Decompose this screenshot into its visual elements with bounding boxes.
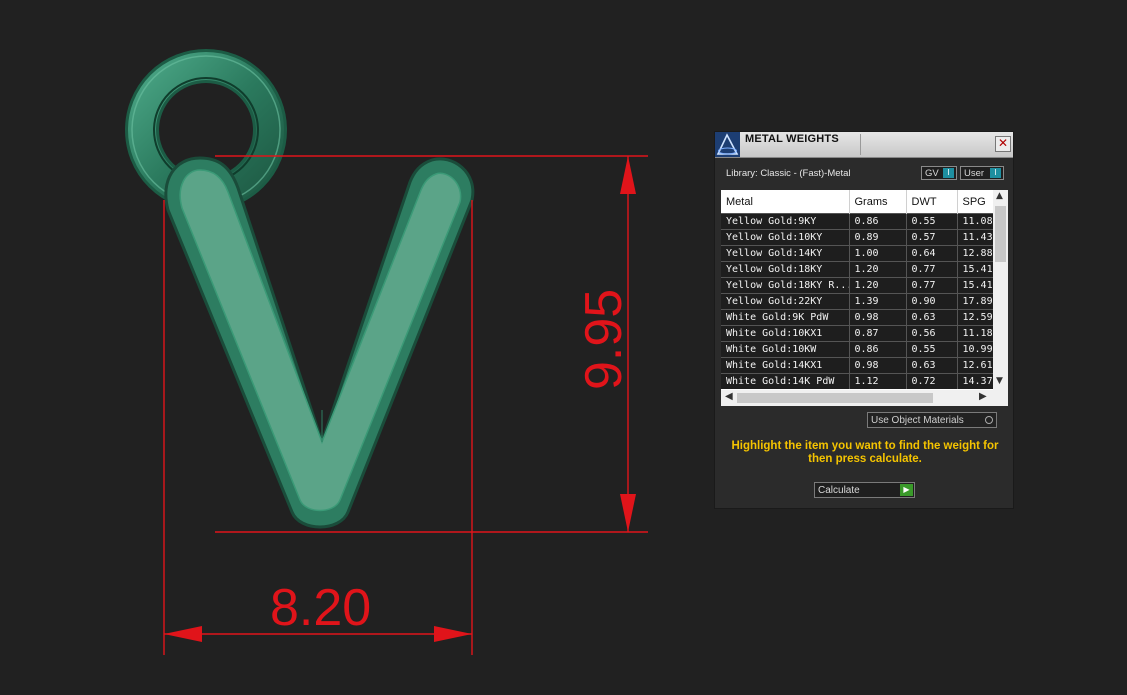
title-separator xyxy=(860,134,861,155)
table-cell: Yellow Gold:14KY xyxy=(721,245,850,262)
table-cell: 0.89 xyxy=(849,229,907,246)
table-row[interactable]: White Gold:10KX1 0.87 0.56 11.18 xyxy=(721,325,994,342)
table-row[interactable]: White Gold:14KX1 0.98 0.63 12.61 xyxy=(721,357,994,374)
table-cell: 0.86 xyxy=(849,213,907,230)
table-body: Yellow Gold:9KY 0.86 0.55 11.08 Yellow Gold:… xyxy=(721,213,994,389)
table-header-row: Metal Grams DWT SPG xyxy=(721,190,994,214)
table-cell: Yellow Gold:18KY xyxy=(721,261,850,278)
gv-toggle[interactable]: GV I xyxy=(921,166,957,180)
table-row[interactable]: White Gold:9K PdW 0.98 0.63 12.59 xyxy=(721,309,994,326)
table-cell: 1.39 xyxy=(849,293,907,310)
app-logo-icon xyxy=(715,132,740,157)
table-cell: 12.59 xyxy=(957,309,994,326)
table-cell: 0.98 xyxy=(849,357,907,374)
table-cell: 17.89 xyxy=(957,293,994,310)
metal-weights-table: Metal Grams DWT SPG Yellow Gold:9KY 0.86 0.55… xyxy=(721,190,994,389)
metal-table-container: Metal Grams DWT SPG Yellow Gold:9KY 0.86 0.55… xyxy=(721,190,1008,406)
horizontal-scrollbar[interactable]: ◀ ▶ xyxy=(721,390,993,406)
table-row[interactable]: Yellow Gold:18KY 1.20 0.77 15.41 xyxy=(721,261,994,278)
table-row[interactable]: Yellow Gold:14KY 1.00 0.64 12.88 xyxy=(721,245,994,262)
height-dimension-label: 9.95 xyxy=(575,288,633,390)
table-cell: 12.88 xyxy=(957,245,994,262)
table-cell: 0.55 xyxy=(906,341,958,358)
table-cell: 1.20 xyxy=(849,277,907,294)
table-cell: 0.77 xyxy=(906,277,958,294)
table-cell: White Gold:9K PdW xyxy=(721,309,850,326)
table-cell: 1.00 xyxy=(849,245,907,262)
table-cell: 0.87 xyxy=(849,325,907,342)
instruction-text: Highlight the item you want to find the … xyxy=(731,440,999,465)
scroll-up-icon[interactable]: ▲ xyxy=(996,191,1003,201)
table-cell: 0.64 xyxy=(906,245,958,262)
vertical-scrollbar[interactable]: ▲ ▼ xyxy=(993,190,1008,390)
metal-weights-panel: METAL WEIGHTS ✕ Library: Classic - (Fast… xyxy=(714,131,1014,509)
use-object-materials-label: Use Object Materials xyxy=(871,415,964,426)
table-cell: Yellow Gold:22KY xyxy=(721,293,850,310)
table-cell: 11.18 xyxy=(957,325,994,342)
table-cell: 0.63 xyxy=(906,357,958,374)
table-cell: 1.12 xyxy=(849,373,907,389)
library-label: Library: Classic - (Fast)-Metal xyxy=(726,168,851,179)
calculate-label: Calculate xyxy=(818,485,860,496)
use-object-materials-option[interactable]: Use Object Materials xyxy=(867,412,997,428)
scroll-right-icon[interactable]: ▶ xyxy=(979,391,987,402)
table-cell: 10.99 xyxy=(957,341,994,358)
column-header[interactable]: Metal xyxy=(721,190,850,214)
column-header[interactable]: Grams xyxy=(849,190,907,214)
table-cell: Yellow Gold:9KY xyxy=(721,213,850,230)
scroll-left-icon[interactable]: ◀ xyxy=(725,391,733,402)
table-cell: 1.20 xyxy=(849,261,907,278)
table-cell: 0.57 xyxy=(906,229,958,246)
column-header[interactable]: SPG xyxy=(957,190,994,214)
table-cell: 15.41 xyxy=(957,261,994,278)
table-cell: 12.61 xyxy=(957,357,994,374)
radio-icon[interactable] xyxy=(985,416,993,424)
table-cell: 0.72 xyxy=(906,373,958,389)
table-cell: 0.86 xyxy=(849,341,907,358)
vertical-scroll-thumb[interactable] xyxy=(995,206,1006,262)
table-cell: White Gold:14K PdW xyxy=(721,373,850,389)
table-row[interactable]: Yellow Gold:9KY 0.86 0.55 11.08 xyxy=(721,213,994,230)
table-cell: White Gold:10KW xyxy=(721,341,850,358)
table-cell: 14.37 xyxy=(957,373,994,389)
table-cell: Yellow Gold:18KY R... xyxy=(721,277,850,294)
table-row[interactable]: Yellow Gold:22KY 1.39 0.90 17.89 xyxy=(721,293,994,310)
scrollbar-corner xyxy=(993,390,1008,406)
table-row[interactable]: White Gold:10KW 0.86 0.55 10.99 xyxy=(721,341,994,358)
table-cell: White Gold:14KX1 xyxy=(721,357,850,374)
user-toggle-label: User xyxy=(964,168,985,179)
table-cell: 11.43 xyxy=(957,229,994,246)
title-bar[interactable]: METAL WEIGHTS ✕ xyxy=(715,132,1013,158)
close-button[interactable]: ✕ xyxy=(995,136,1011,152)
gv-toggle-label: GV xyxy=(925,168,939,179)
play-icon: ▶ xyxy=(900,484,913,496)
table-cell: 15.41 xyxy=(957,277,994,294)
table-cell: 11.08 xyxy=(957,213,994,230)
table-cell: 0.63 xyxy=(906,309,958,326)
table-row[interactable]: Yellow Gold:18KY R... 1.20 0.77 15.41 xyxy=(721,277,994,294)
gv-toggle-knob: I xyxy=(943,168,954,178)
panel-title: METAL WEIGHTS xyxy=(745,133,839,145)
table-cell: 0.56 xyxy=(906,325,958,342)
table-cell: White Gold:10KX1 xyxy=(721,325,850,342)
table-row[interactable]: Yellow Gold:10KY 0.89 0.57 11.43 xyxy=(721,229,994,246)
table-cell: 0.98 xyxy=(849,309,907,326)
width-dimension-label: 8.20 xyxy=(270,579,372,637)
table-cell: 0.55 xyxy=(906,213,958,230)
table-cell: 0.77 xyxy=(906,261,958,278)
calculate-button[interactable]: Calculate ▶ xyxy=(814,482,915,498)
table-cell: Yellow Gold:10KY xyxy=(721,229,850,246)
v-pendant xyxy=(164,156,475,529)
table-row[interactable]: White Gold:14K PdW 1.12 0.72 14.37 xyxy=(721,373,994,389)
user-toggle[interactable]: User I xyxy=(960,166,1004,180)
scroll-down-icon[interactable]: ▼ xyxy=(996,376,1003,386)
horizontal-scroll-thumb[interactable] xyxy=(737,393,933,403)
column-header[interactable]: DWT xyxy=(906,190,958,214)
user-toggle-knob: I xyxy=(990,168,1001,178)
table-cell: 0.90 xyxy=(906,293,958,310)
